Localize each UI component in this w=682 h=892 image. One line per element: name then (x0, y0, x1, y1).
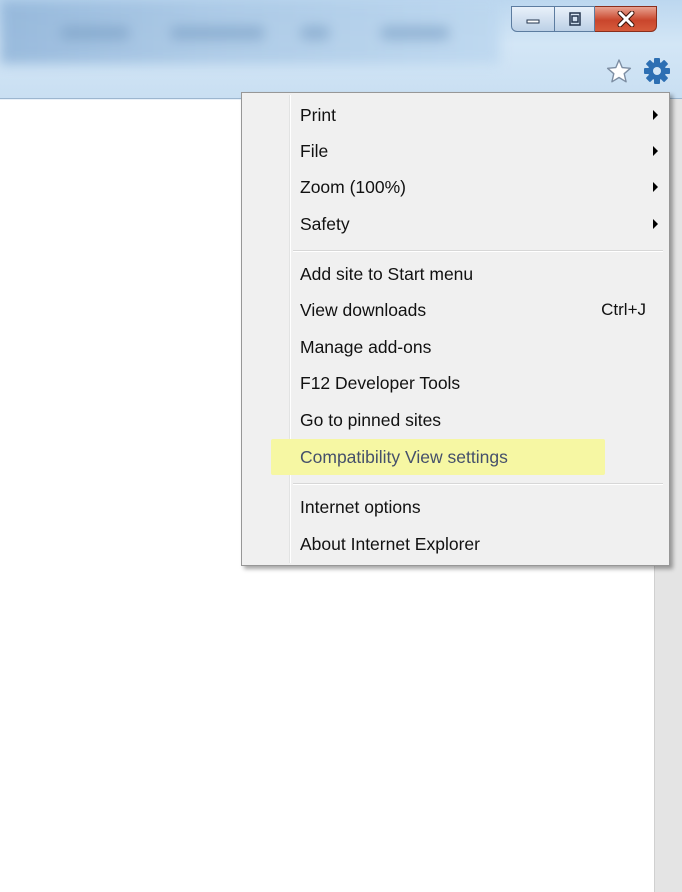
tools-menu: Print File Zoom (100%) Safety Add site t… (241, 92, 670, 566)
menu-item-label: File (300, 140, 329, 161)
menu-item-file[interactable]: File (245, 134, 666, 168)
menu-item-label: Zoom (100%) (300, 176, 407, 197)
submenu-arrow-icon (653, 110, 658, 120)
blurred-tab-strip (0, 0, 500, 64)
submenu-arrow-icon (653, 219, 658, 229)
minimize-button[interactable] (511, 6, 555, 32)
menu-item-zoom[interactable]: Zoom (100%) (245, 170, 666, 204)
menu-item-compatibility-view-settings[interactable]: Compatibility View settings (245, 439, 666, 475)
menu-item-label: Internet options (300, 496, 421, 517)
maximize-button[interactable] (555, 6, 595, 32)
submenu-arrow-icon (653, 182, 658, 192)
menu-item-label: Manage add-ons (300, 336, 432, 357)
menu-item-label: Compatibility View settings (300, 446, 508, 467)
menu-separator (293, 250, 663, 252)
star-icon[interactable] (606, 58, 632, 84)
menu-item-label: About Internet Explorer (300, 533, 480, 554)
submenu-arrow-icon (653, 146, 658, 156)
menu-item-label: View downloads (300, 299, 427, 320)
menu-item-add-site-to-start-menu[interactable]: Add site to Start menu (245, 257, 666, 291)
menu-item-safety[interactable]: Safety (245, 207, 666, 241)
menu-item-label: Print (300, 104, 336, 125)
menu-item-print[interactable]: Print (245, 98, 666, 132)
menu-item-f12-developer-tools[interactable]: F12 Developer Tools (245, 366, 666, 400)
menu-item-manage-add-ons[interactable]: Manage add-ons (245, 330, 666, 364)
menu-item-view-downloads[interactable]: View downloads Ctrl+J (245, 293, 666, 327)
window-controls (511, 6, 657, 34)
menu-item-label: Go to pinned sites (300, 409, 442, 430)
close-icon (617, 11, 634, 27)
menu-item-label: Add site to Start menu (300, 263, 474, 284)
close-button[interactable] (595, 6, 657, 32)
menu-item-shortcut: Ctrl+J (601, 300, 646, 319)
minimize-icon (526, 19, 540, 24)
browser-title-bar (0, 0, 682, 99)
menu-item-label: Safety (300, 213, 350, 234)
menu-item-internet-options[interactable]: Internet options (245, 490, 666, 524)
gear-icon[interactable] (642, 56, 672, 86)
menu-separator (293, 483, 663, 485)
menu-item-go-to-pinned-sites[interactable]: Go to pinned sites (245, 403, 666, 437)
menu-item-label: F12 Developer Tools (300, 372, 461, 393)
maximize-icon (568, 12, 581, 26)
menu-item-about-internet-explorer[interactable]: About Internet Explorer (245, 527, 666, 561)
